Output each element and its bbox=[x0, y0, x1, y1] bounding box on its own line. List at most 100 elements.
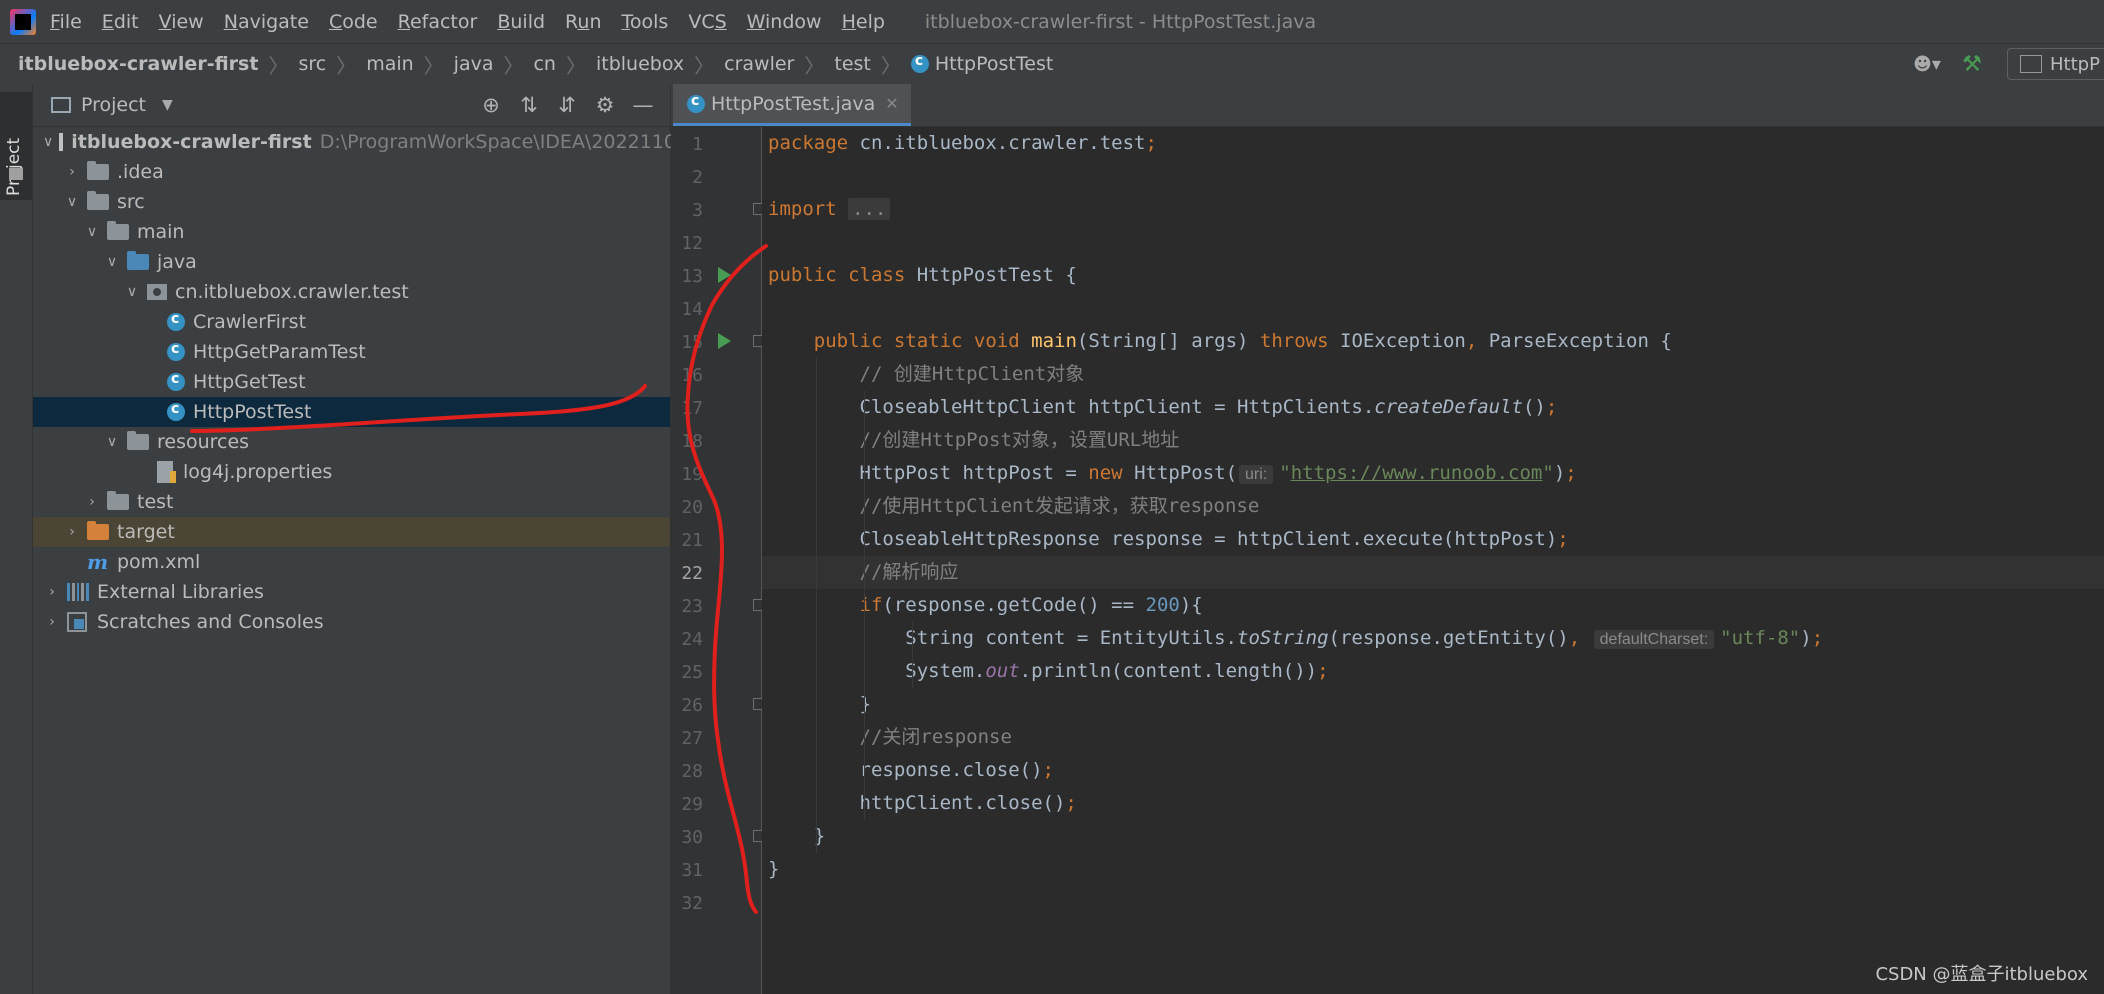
tree-item[interactable]: ∨ resources bbox=[33, 427, 670, 457]
tree-item-label: HttpGetTest bbox=[193, 371, 306, 393]
user-vcs-icon[interactable]: ☻▾ bbox=[1907, 49, 1947, 79]
chevron-down-icon[interactable]: ∨ bbox=[83, 224, 101, 240]
chevron-right-icon: 〉 bbox=[565, 53, 586, 78]
menu-item[interactable]: File bbox=[50, 11, 82, 33]
chevron-down-icon[interactable]: ▼ bbox=[162, 97, 173, 113]
tree-item-label: resources bbox=[157, 431, 250, 453]
tree-item[interactable]: › target bbox=[33, 517, 670, 547]
code-line: } bbox=[768, 693, 871, 715]
chevron-down-icon[interactable]: ∨ bbox=[43, 134, 53, 150]
menu-item[interactable]: Build bbox=[497, 11, 545, 33]
breadcrumb-item[interactable]: HttpPostTest bbox=[910, 53, 1053, 75]
breadcrumb: itbluebox-crawler-first 〉 src 〉 main 〉 java 〉 cn… bbox=[0, 50, 1053, 79]
breadcrumb-item[interactable]: java bbox=[454, 53, 494, 75]
tree-item[interactable]: HttpGetTest bbox=[33, 367, 670, 397]
breadcrumb-item[interactable]: test bbox=[834, 53, 871, 75]
code-line: //创建HttpPost对象，设置URL地址 bbox=[859, 429, 1180, 451]
java-class-icon bbox=[167, 311, 185, 331]
tree-item[interactable]: › External Libraries bbox=[33, 577, 670, 607]
chevron-down-icon[interactable]: ∨ bbox=[103, 254, 121, 270]
build-hammer-icon[interactable]: ⚒ bbox=[1955, 49, 1989, 79]
code-line: public class HttpPostTest { bbox=[768, 264, 1077, 286]
tree-item[interactable]: ∨ src bbox=[33, 187, 670, 217]
breadcrumb-item[interactable]: main bbox=[366, 53, 413, 75]
tree-item[interactable]: ∨ itbluebox-crawler-first D:\ProgramWorkSp… bbox=[33, 127, 707, 157]
menu-item[interactable]: Tools bbox=[622, 11, 669, 33]
menu-item[interactable]: Help bbox=[842, 11, 885, 33]
java-class-icon bbox=[167, 371, 185, 391]
window-title: itbluebox-crawler-first - HttpPostTest.j… bbox=[924, 10, 1317, 33]
code-editor[interactable]: package cn.itbluebox.crawler.test; import… bbox=[762, 127, 2104, 994]
tree-item[interactable]: › test bbox=[33, 487, 670, 517]
collapse-all-icon[interactable]: ⇵ bbox=[548, 93, 586, 117]
tree-item[interactable]: HttpPostTest bbox=[33, 397, 670, 427]
menu-item[interactable]: Run bbox=[565, 11, 601, 33]
close-icon[interactable]: ✕ bbox=[885, 94, 898, 113]
menu-item[interactable]: Refactor bbox=[398, 11, 478, 33]
menu-item[interactable]: VCS bbox=[688, 11, 726, 33]
editor-gutter[interactable]: 1 2 3 12 13 14 15 16 17 18 19 20 21 22 23 24 25 26 27 28 29 3… bbox=[671, 127, 765, 994]
code-line: //关闭response bbox=[859, 726, 1012, 748]
project-window-icon bbox=[51, 97, 71, 113]
line-number: 25 bbox=[681, 662, 703, 683]
line-number: 2 bbox=[692, 167, 703, 188]
tree-item[interactable]: › Scratches and Consoles bbox=[33, 607, 670, 637]
run-gutter-icon[interactable] bbox=[718, 333, 731, 349]
tree-item[interactable]: log4j.properties bbox=[33, 457, 670, 487]
line-number: 23 bbox=[681, 596, 703, 617]
chevron-right-icon[interactable]: › bbox=[63, 524, 81, 540]
menu-item[interactable]: Edit bbox=[102, 11, 139, 33]
tree-item[interactable]: › .idea bbox=[33, 157, 670, 187]
code-line: CloseableHttpResponse response = httpCli… bbox=[768, 528, 1569, 550]
hide-panel-icon[interactable]: — bbox=[624, 93, 662, 117]
chevron-right-icon: 〉 bbox=[503, 53, 524, 78]
tree-item[interactable]: ∨ main bbox=[33, 217, 670, 247]
menu-item[interactable]: Window bbox=[747, 11, 822, 33]
tree-item-label: test bbox=[137, 491, 174, 513]
menu-item[interactable]: View bbox=[159, 11, 204, 33]
breadcrumb-item[interactable]: cn bbox=[533, 53, 556, 75]
breadcrumb-item[interactable]: itbluebox-crawler-first bbox=[18, 53, 258, 75]
folder-icon bbox=[107, 221, 129, 240]
tree-item[interactable]: HttpGetParamTest bbox=[33, 337, 670, 367]
breadcrumb-item[interactable]: crawler bbox=[724, 53, 794, 75]
chevron-right-icon[interactable]: › bbox=[83, 494, 101, 510]
menu-item[interactable]: Code bbox=[329, 11, 378, 33]
line-number: 30 bbox=[681, 827, 703, 848]
folder-icon bbox=[127, 431, 149, 450]
breadcrumb-item[interactable]: src bbox=[298, 53, 326, 75]
line-number: 26 bbox=[681, 695, 703, 716]
maven-icon: m bbox=[87, 550, 109, 574]
chevron-right-icon: 〉 bbox=[268, 53, 289, 78]
folder-icon bbox=[87, 191, 109, 210]
gear-icon[interactable]: ⚙ bbox=[586, 93, 624, 117]
chevron-down-icon[interactable]: ∨ bbox=[123, 284, 141, 300]
run-configuration-selector[interactable]: HttpP bbox=[2007, 48, 2104, 80]
editor-tab-bar: HttpPostTest.java ✕ bbox=[671, 84, 2104, 127]
line-number: 18 bbox=[681, 431, 703, 452]
menu-item[interactable]: Navigate bbox=[224, 11, 309, 33]
tree-item[interactable]: ∨ java bbox=[33, 247, 670, 277]
locate-file-icon[interactable]: ⊕ bbox=[472, 93, 510, 117]
line-number: 31 bbox=[681, 860, 703, 881]
chevron-down-icon[interactable]: ∨ bbox=[103, 434, 121, 450]
tree-item[interactable]: m pom.xml bbox=[33, 547, 670, 577]
chevron-right-icon[interactable]: › bbox=[43, 584, 61, 600]
line-number: 15 bbox=[681, 332, 703, 353]
chevron-down-icon[interactable]: ∨ bbox=[63, 194, 81, 210]
run-gutter-icon[interactable] bbox=[718, 267, 731, 283]
indent-guide bbox=[816, 358, 817, 853]
expand-all-icon[interactable]: ⇅ bbox=[510, 93, 548, 117]
chevron-right-icon[interactable]: › bbox=[43, 614, 61, 630]
code-line: String content = EntityUtils.toString(re… bbox=[768, 627, 1824, 649]
java-class-icon bbox=[167, 341, 185, 361]
line-number: 27 bbox=[681, 728, 703, 749]
tree-item[interactable]: CrawlerFirst bbox=[33, 307, 670, 337]
tab-httpposttest-java[interactable]: HttpPostTest.java ✕ bbox=[673, 84, 911, 126]
project-tool-tab[interactable]: Project bbox=[0, 92, 32, 200]
project-panel-title[interactable]: Project bbox=[81, 94, 146, 116]
chevron-right-icon[interactable]: › bbox=[63, 164, 81, 180]
code-line: import ... bbox=[768, 193, 891, 226]
tree-item[interactable]: ∨ cn.itbluebox.crawler.test bbox=[33, 277, 670, 307]
breadcrumb-item[interactable]: itbluebox bbox=[596, 53, 684, 75]
